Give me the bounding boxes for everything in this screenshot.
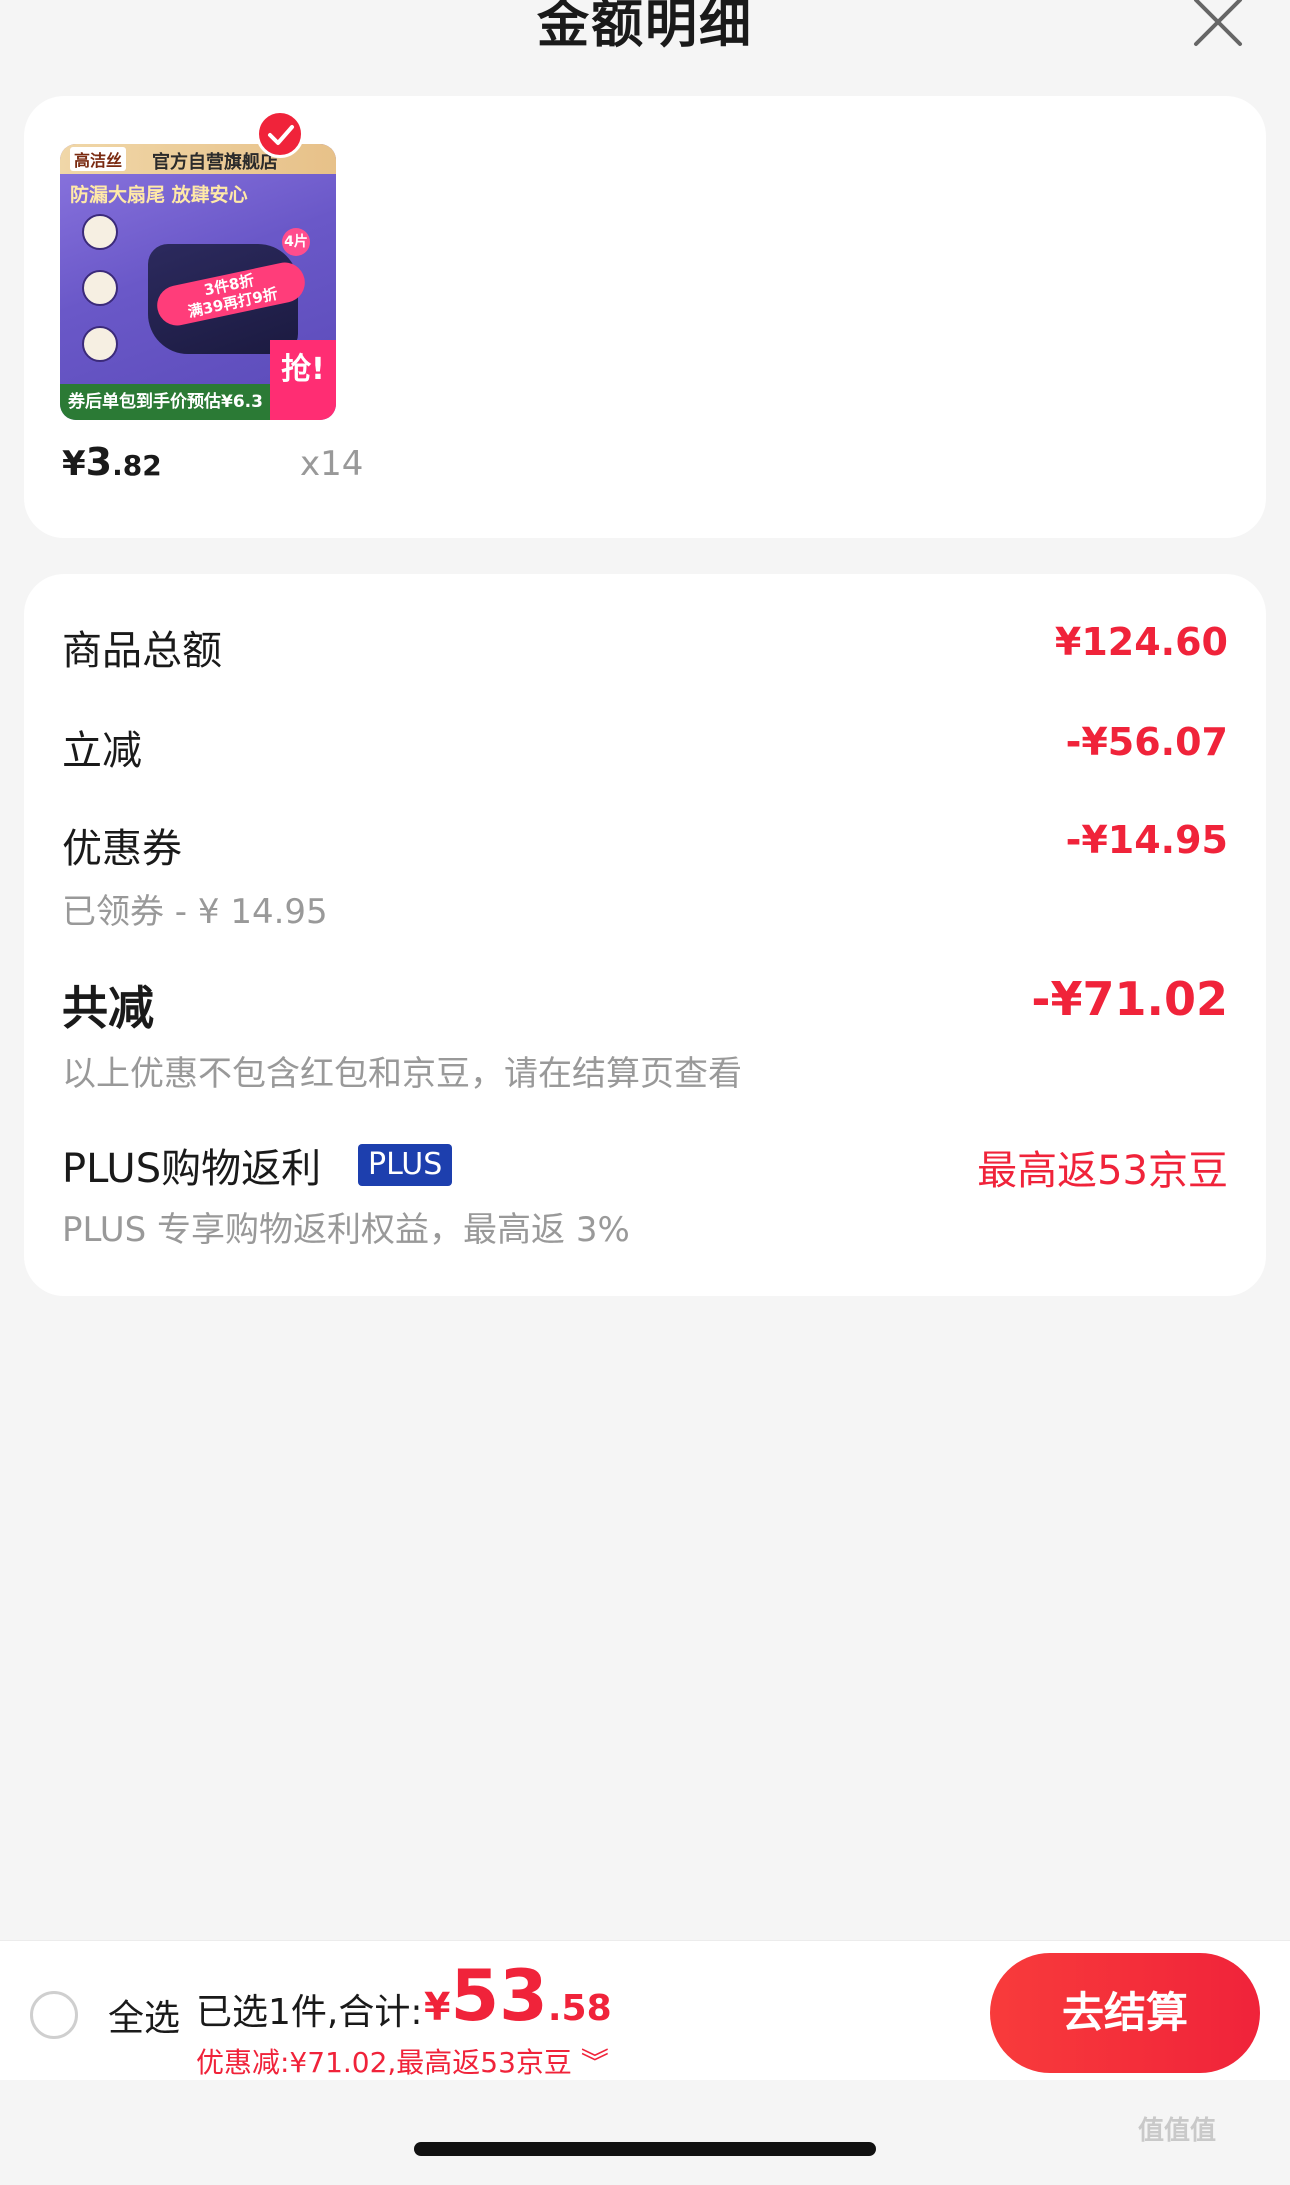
plus-rebate-subtext: PLUS 专享购物返利权益，最高返 3% <box>62 1210 630 1250</box>
total-price-decimal: .58 <box>547 1988 612 2029</box>
check-icon <box>268 125 294 145</box>
feature-icon <box>82 270 118 306</box>
feature-icon <box>82 214 118 250</box>
product-brand-logo: 高洁丝 <box>70 147 127 171</box>
total-discount-note: 以上优惠不包含红包和京豆，请在结算页查看 <box>62 1054 742 1094</box>
total-discount-value: -¥71.02 <box>1031 972 1228 1026</box>
total-discount-label: 共减 <box>62 981 154 1035</box>
close-icon[interactable] <box>1186 0 1246 48</box>
page-title: 金额明细 <box>536 0 753 55</box>
item-price-integer: 3 <box>85 440 113 484</box>
product-count-badge: 4片 <box>282 228 310 256</box>
total-price-integer: 53 <box>450 1955 548 2037</box>
product-image[interactable]: 高洁丝 官方自营旗舰店 防漏大扇尾 放肆安心 3件8折 满39再打9折 4片 抢… <box>60 144 336 420</box>
item-price-decimal: .82 <box>112 449 162 482</box>
checkout-button[interactable]: 去结算 <box>990 1953 1260 2073</box>
watermark-logo: 值值值 <box>1138 2116 1217 2146</box>
product-feature-icons <box>82 214 126 382</box>
product-card: 高洁丝 官方自营旗舰店 防漏大扇尾 放肆安心 3件8折 满39再打9折 4片 抢… <box>24 96 1266 538</box>
product-price-banner: 券后单包到手价预估¥6.3 <box>60 384 270 420</box>
coupon-label: 优惠券 <box>62 826 182 872</box>
home-indicator[interactable] <box>414 2142 876 2156</box>
item-price: ¥3.82 <box>62 440 162 484</box>
select-all-checkbox[interactable] <box>30 1991 78 2039</box>
total-price-currency: ¥ <box>424 1985 451 2029</box>
total-price: ¥53.58 <box>424 1955 612 2037</box>
amount-detail-card: 商品总额 ¥124.60 立减 -¥56.07 优惠券 -¥14.95 已领券 … <box>24 574 1266 1296</box>
product-shop-name: 官方自营旗舰店 <box>152 152 278 173</box>
product-checkbox[interactable] <box>256 110 304 158</box>
header: 金额明细 <box>0 0 1290 80</box>
plus-badge: PLUS <box>358 1144 453 1186</box>
discount-summary-toggle[interactable]: 优惠减:¥71.02,最高返53京豆 ︾ <box>196 2041 609 2081</box>
selected-summary: 已选1件,合计: <box>196 1992 423 2033</box>
coupon-subtext: 已领券 - ¥ 14.95 <box>62 892 328 932</box>
subtotal-label: 商品总额 <box>62 628 222 674</box>
product-grab-badge: 抢! <box>270 340 336 420</box>
instant-discount-label: 立减 <box>62 728 142 774</box>
instant-discount-value: -¥56.07 <box>1065 720 1228 764</box>
item-price-currency: ¥ <box>62 444 86 484</box>
plus-rebate-value: 最高返53京豆 <box>977 1148 1228 1194</box>
plus-rebate-label: PLUS购物返利 <box>62 1146 322 1192</box>
item-quantity: x14 <box>300 444 364 484</box>
product-slogan: 防漏大扇尾 放肆安心 <box>70 184 248 206</box>
subtotal-value: ¥124.60 <box>1054 620 1228 664</box>
checkout-bar: 全选 已选1件,合计: ¥53.58 优惠减:¥71.02,最高返53京豆 ︾ … <box>0 1940 1290 2080</box>
close-button[interactable] <box>1186 0 1246 48</box>
feature-icon <box>82 326 118 362</box>
coupon-value: -¥14.95 <box>1065 818 1228 862</box>
select-all-label[interactable]: 全选 <box>108 1989 180 2041</box>
